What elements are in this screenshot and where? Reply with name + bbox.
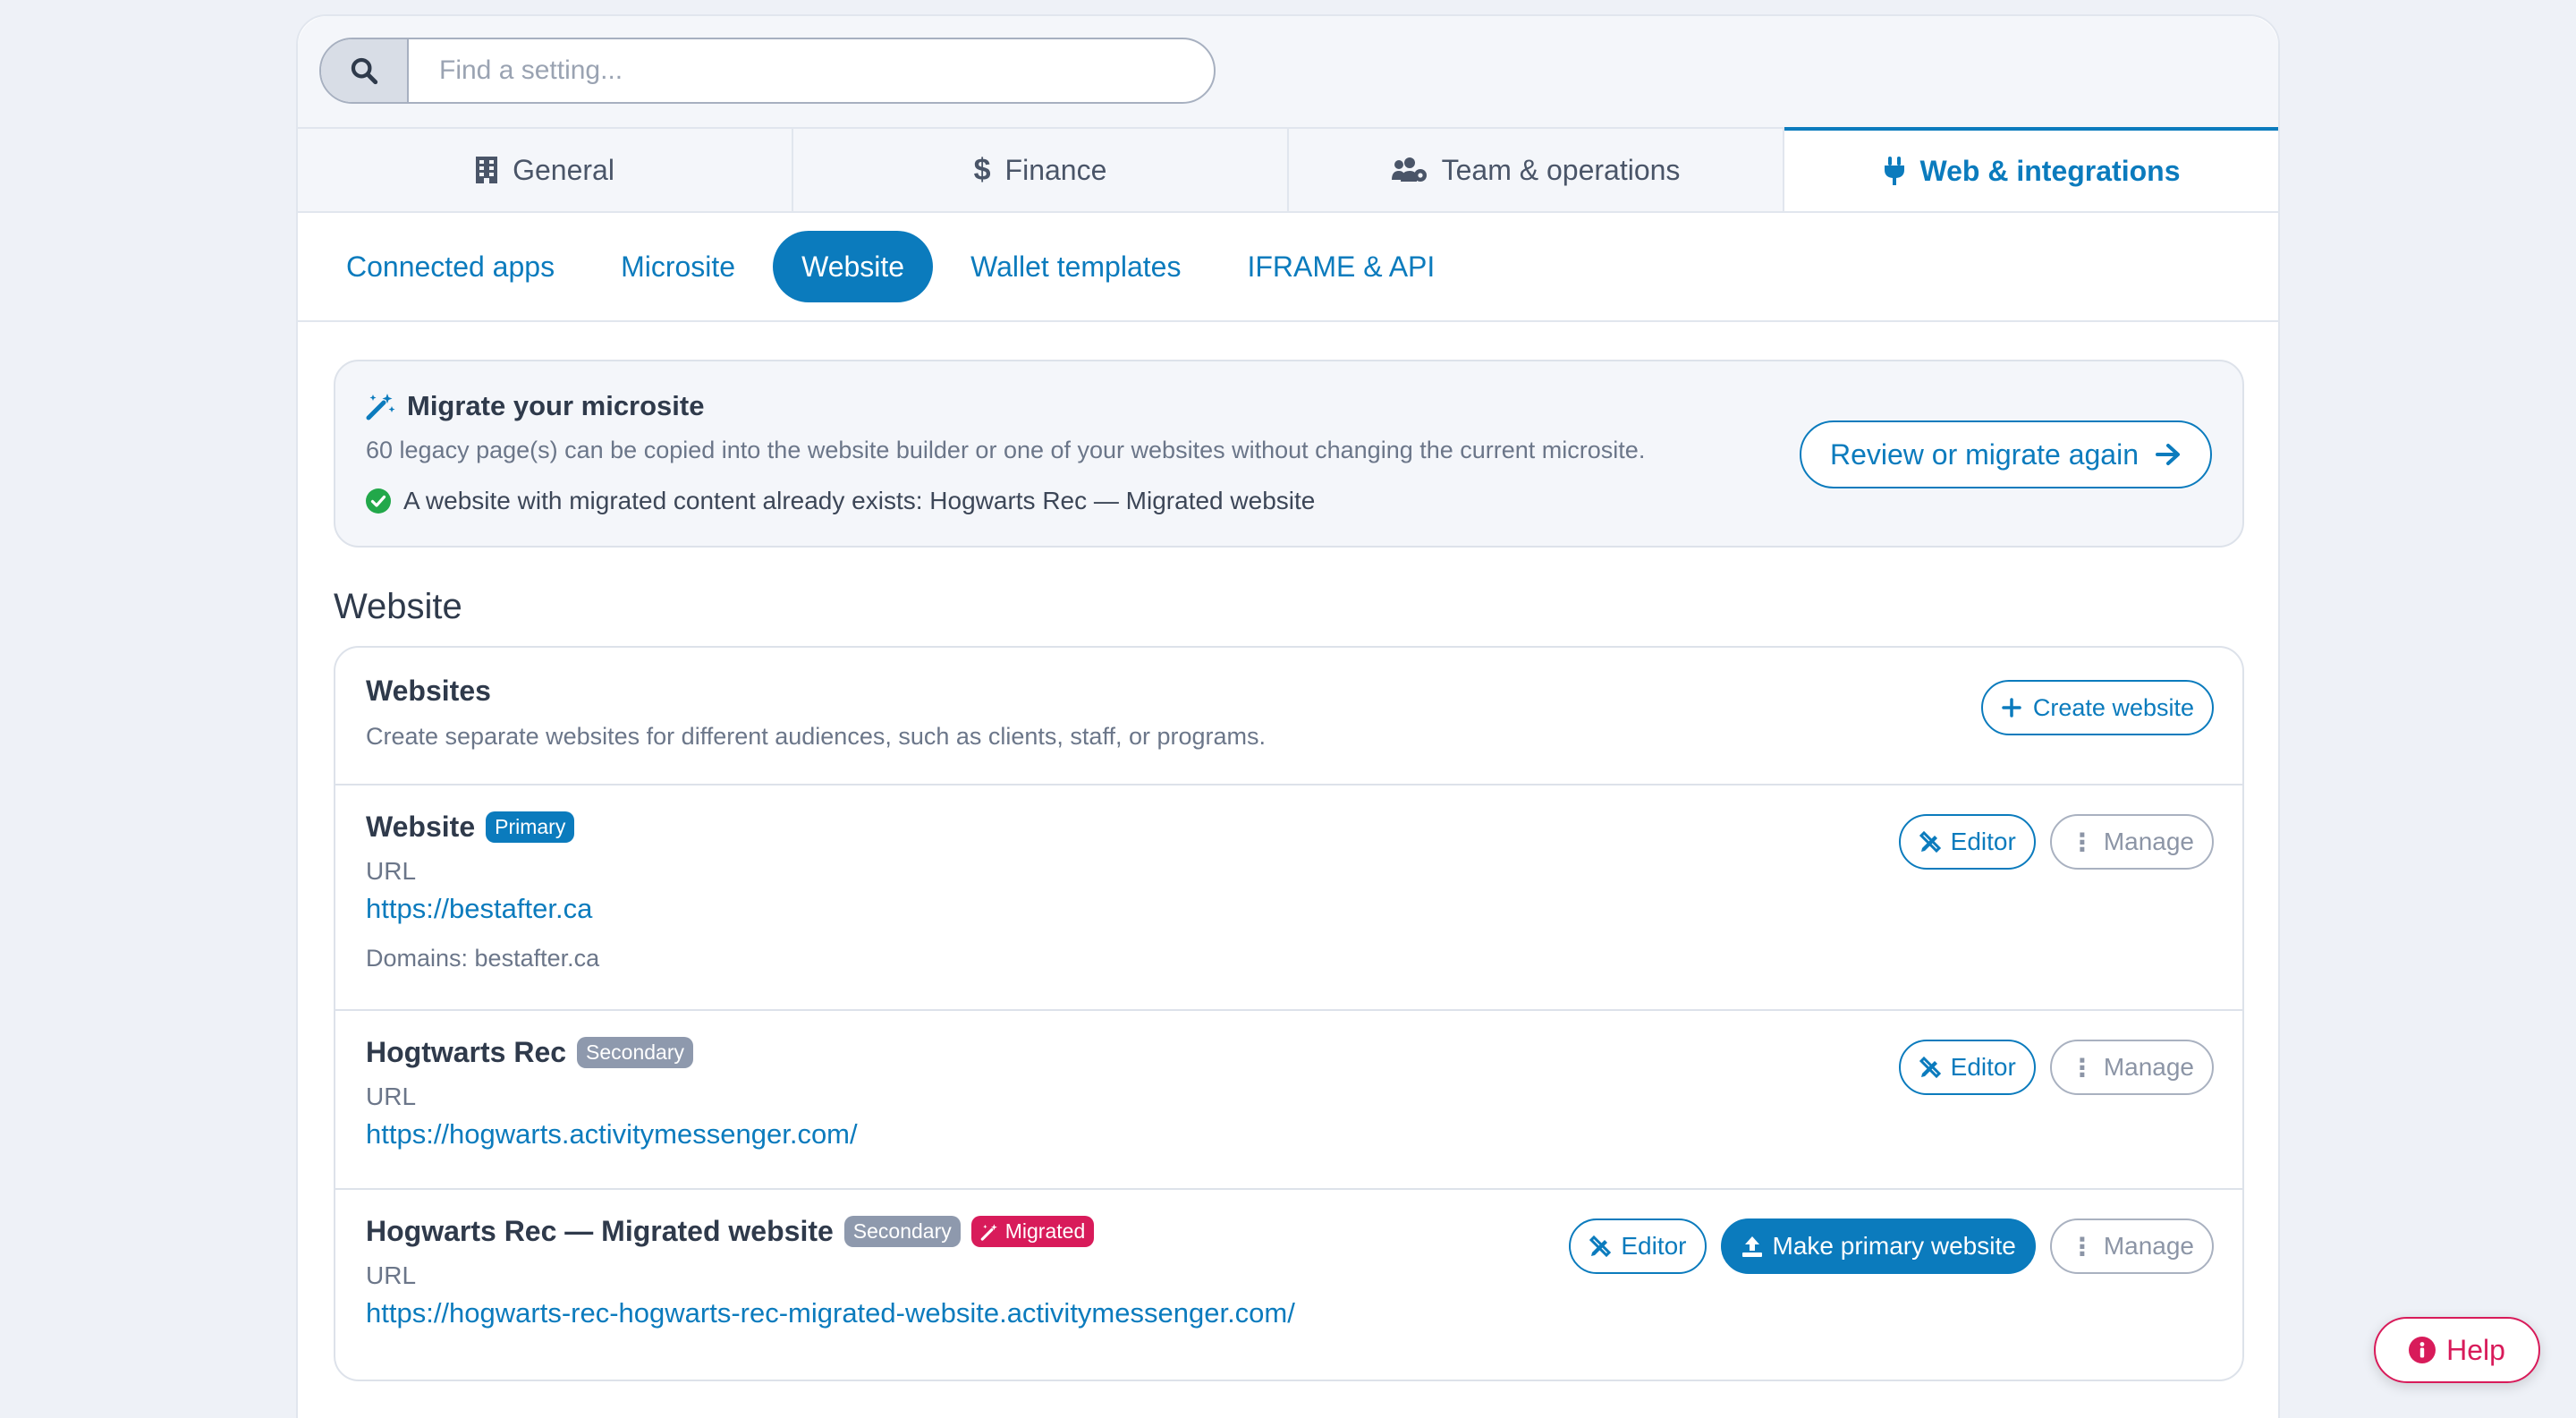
website-url-link[interactable]: https://bestafter.ca (366, 893, 592, 925)
migrate-description: 60 legacy page(s) can be copied into the… (366, 437, 1646, 463)
manage-button[interactable]: ⋮ Manage (2049, 1040, 2214, 1095)
tab-general[interactable]: General (298, 129, 793, 211)
manage-button[interactable]: ⋮ Manage (2049, 814, 2214, 870)
migrate-status: A website with migrated content already … (366, 487, 1315, 515)
website-name-line: Hogwarts Rec — Migrated website Secondar… (366, 1215, 1095, 1248)
magic-wand-icon (980, 1223, 997, 1241)
help-button[interactable]: Help (2374, 1317, 2540, 1383)
url-label: URL (366, 1083, 417, 1110)
migrate-callout: Migrate your microsite 60 legacy page(s)… (334, 360, 2244, 548)
websites-card-title: Websites (366, 675, 491, 707)
tab-finance-label: Finance (1004, 153, 1107, 186)
subtab-website[interactable]: Website (773, 231, 934, 302)
info-circle-icon (2409, 1337, 2436, 1363)
create-website-label: Create website (2032, 693, 2194, 721)
primary-badge: Primary (486, 811, 575, 843)
manage-label: Manage (2103, 828, 2194, 855)
manage-label: Manage (2103, 1053, 2194, 1081)
tab-team-operations-label: Team & operations (1441, 153, 1681, 186)
search-button[interactable] (321, 39, 409, 102)
url-label: URL (366, 857, 417, 885)
ellipsis-vertical-icon: ⋮ (2069, 1053, 2095, 1082)
editor-label: Editor (1621, 1232, 1687, 1260)
subtab-connected-apps[interactable]: Connected apps (318, 231, 583, 302)
settings-panel: General $ Finance Team & operations Web … (296, 14, 2280, 1418)
magic-wand-icon (366, 394, 395, 420)
ellipsis-vertical-icon: ⋮ (2069, 828, 2095, 856)
website-name-line: Hogtwarts Rec Secondary (366, 1036, 694, 1069)
websites-card-header: Websites Create separate websites for di… (335, 648, 2242, 785)
migrated-badge-label: Migrated (1004, 1219, 1086, 1243)
plug-icon (1884, 157, 1904, 185)
review-migrate-label: Review or migrate again (1829, 437, 2139, 471)
manage-button[interactable]: ⋮ Manage (2049, 1218, 2214, 1274)
website-row: Hogwarts Rec — Migrated website Secondar… (335, 1190, 2242, 1380)
editor-button[interactable]: Editor (1898, 1040, 2036, 1095)
help-label: Help (2446, 1333, 2505, 1366)
review-migrate-button[interactable]: Review or migrate again (1799, 420, 2212, 488)
url-label: URL (366, 1261, 417, 1289)
website-url-link[interactable]: https://hogwarts-rec-hogwarts-rec-migrat… (366, 1297, 1295, 1329)
users-cog-icon (1391, 157, 1427, 182)
tab-general-label: General (513, 153, 614, 186)
editor-label: Editor (1950, 828, 2016, 855)
subtab-iframe-api[interactable]: IFRAME & API (1218, 231, 1463, 302)
pencil-ruler-icon (1589, 1235, 1612, 1258)
tab-finance[interactable]: $ Finance (793, 129, 1289, 211)
website-url-link[interactable]: https://hogwarts.activitymessenger.com/ (366, 1118, 858, 1151)
search-input[interactable] (411, 39, 1214, 102)
arrow-right-icon (2156, 444, 2180, 465)
make-primary-button[interactable]: Make primary website (1720, 1218, 2036, 1274)
make-primary-label: Make primary website (1772, 1232, 2016, 1260)
website-row: Hogtwarts Rec Secondary URL https://hogw… (335, 1011, 2242, 1190)
pencil-ruler-icon (1919, 830, 1941, 853)
migrate-title-row: Migrate your microsite (366, 390, 704, 422)
migrate-status-text: A website with migrated content already … (403, 487, 1316, 514)
website-row: Website Primary URL https://bestafter.ca… (335, 785, 2242, 1011)
search-group (319, 38, 1216, 104)
editor-label: Editor (1950, 1053, 2016, 1081)
editor-button[interactable]: Editor (1898, 814, 2036, 870)
search-icon (351, 57, 378, 85)
tab-web-integrations-label: Web & integrations (1919, 154, 2181, 187)
website-name-line: Website Primary (366, 811, 575, 844)
check-circle-icon (366, 488, 391, 514)
create-website-button[interactable]: Create website (1980, 680, 2214, 735)
upload-icon (1741, 1236, 1762, 1257)
websites-card: Websites Create separate websites for di… (334, 646, 2244, 1381)
migrate-title: Migrate your microsite (407, 390, 705, 421)
websites-card-description: Create separate websites for different a… (366, 723, 1267, 750)
migrated-badge: Migrated (970, 1216, 1095, 1247)
website-name: Hogwarts Rec — Migrated website (366, 1215, 834, 1247)
section-title: Website (334, 587, 462, 626)
building-icon (476, 157, 498, 183)
dollar-icon: $ (973, 152, 991, 187)
pencil-ruler-icon (1919, 1056, 1941, 1079)
sub-tabs: Connected apps Microsite Website Wallet … (298, 213, 2278, 322)
website-actions: Editor ⋮ Manage (1898, 1040, 2214, 1095)
secondary-badge: Secondary (843, 1216, 961, 1247)
subtab-wallet-templates[interactable]: Wallet templates (942, 231, 1209, 302)
search-bar (298, 16, 2278, 127)
main-tabs: General $ Finance Team & operations Web … (298, 127, 2278, 213)
website-name: Website (366, 811, 476, 843)
editor-button[interactable]: Editor (1569, 1218, 1707, 1274)
tab-team-operations[interactable]: Team & operations (1289, 129, 1784, 211)
ellipsis-vertical-icon: ⋮ (2069, 1232, 2095, 1261)
website-actions: Editor Make primary website ⋮ Manage (1569, 1218, 2214, 1274)
manage-label: Manage (2103, 1232, 2194, 1260)
tab-web-integrations[interactable]: Web & integrations (1784, 127, 2278, 211)
website-domains: Domains: bestafter.ca (366, 945, 600, 972)
secondary-badge: Secondary (577, 1037, 694, 1068)
website-name: Hogtwarts Rec (366, 1036, 567, 1068)
website-actions: Editor ⋮ Manage (1898, 814, 2214, 870)
subtab-microsite[interactable]: Microsite (592, 231, 764, 302)
plus-icon (2002, 698, 2021, 717)
